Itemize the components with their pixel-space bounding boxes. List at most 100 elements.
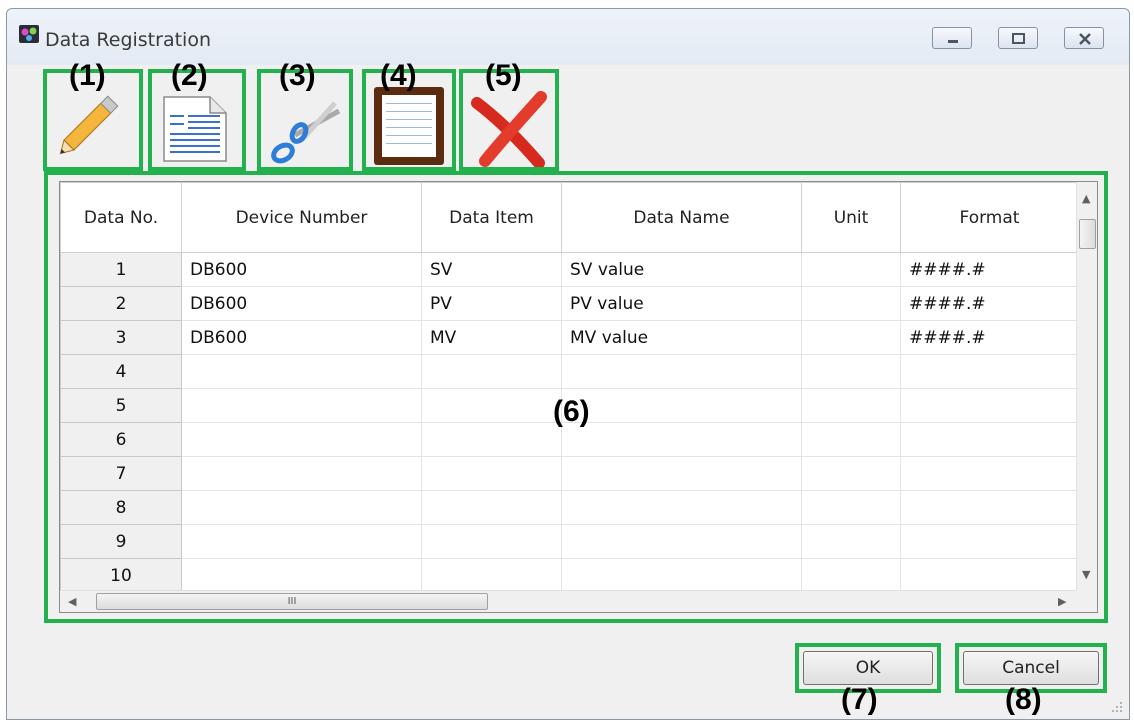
data-name-cell[interactable]: MV value [561,320,802,355]
format-cell[interactable]: ####.# [900,252,1079,287]
data-table: Data No. Device Number Data Item Data Na… [60,182,1079,593]
format-cell[interactable] [900,524,1079,559]
row-number[interactable]: 8 [60,490,182,525]
format-cell[interactable]: ####.# [900,286,1079,321]
table-row[interactable]: 4 [60,354,1079,389]
unit-cell[interactable] [801,558,901,593]
minimize-button[interactable] [932,27,972,49]
row-number[interactable]: 2 [60,286,182,321]
row-number[interactable]: 7 [60,456,182,491]
column-header[interactable]: Unit [801,182,901,253]
unit-cell[interactable] [801,456,901,491]
vertical-scroll-thumb[interactable] [1079,219,1096,249]
data-name-cell[interactable]: SV value [561,252,802,287]
device-number-cell[interactable] [181,456,422,491]
row-number[interactable]: 5 [60,388,182,423]
unit-cell[interactable] [801,286,901,321]
callout-5: (5) [485,59,522,92]
table-row[interactable]: 9 [60,524,1079,559]
horizontal-scrollbar[interactable]: ◀ III ▶ [60,590,1077,612]
data-item-cell[interactable]: SV [421,252,562,287]
close-window-button[interactable] [1064,27,1104,49]
table-row[interactable]: 1 DB600 SV SV value ####.# [60,252,1079,287]
scroll-down-arrow-icon[interactable]: ▼ [1082,568,1090,581]
unit-cell[interactable] [801,524,901,559]
callout-3: (3) [279,59,316,92]
device-number-cell[interactable] [181,388,422,423]
device-number-cell[interactable] [181,524,422,559]
scrollbar-corner [1076,590,1097,612]
row-number[interactable]: 9 [60,524,182,559]
data-name-cell[interactable] [561,422,802,457]
table-row[interactable]: 7 [60,456,1079,491]
data-name-cell[interactable] [561,456,802,491]
format-cell[interactable] [900,456,1079,491]
data-item-cell[interactable] [421,558,562,593]
unit-cell[interactable] [801,490,901,525]
vertical-scrollbar[interactable]: ▲ ▼ [1076,182,1097,590]
table-row[interactable]: 8 [60,490,1079,525]
device-number-cell[interactable]: DB600 [181,320,422,355]
close-icon [1079,33,1091,45]
data-name-cell[interactable]: PV value [561,286,802,321]
row-number[interactable]: 6 [60,422,182,457]
format-cell[interactable] [900,490,1079,525]
data-name-cell[interactable] [561,558,802,593]
column-header[interactable]: Device Number [181,182,422,253]
horizontal-scroll-thumb[interactable]: III [96,593,488,610]
row-number[interactable]: 4 [60,354,182,389]
window-title: Data Registration [45,29,211,51]
maximize-button[interactable] [998,27,1038,49]
device-number-cell[interactable]: DB600 [181,252,422,287]
data-name-cell[interactable] [561,354,802,389]
format-cell[interactable] [900,422,1079,457]
data-name-cell[interactable] [561,490,802,525]
column-header[interactable]: Data Name [561,182,802,253]
format-cell[interactable] [900,354,1079,389]
unit-cell[interactable] [801,252,901,287]
app-icon [19,25,39,43]
format-cell[interactable]: ####.# [900,320,1079,355]
device-number-cell[interactable] [181,490,422,525]
unit-cell[interactable] [801,320,901,355]
callout-1: (1) [69,59,106,92]
row-number[interactable]: 3 [60,320,182,355]
minimize-icon [948,40,958,43]
table-row[interactable]: 3 DB600 MV MV value ####.# [60,320,1079,355]
ok-button[interactable]: OK [803,651,933,685]
column-header[interactable]: Format [900,182,1079,253]
callout-7: (7) [841,683,878,716]
callout-8: (8) [1005,683,1042,716]
data-item-cell[interactable] [421,490,562,525]
data-name-cell[interactable] [561,524,802,559]
column-header[interactable]: Data No. [60,182,182,253]
data-item-cell[interactable]: PV [421,286,562,321]
row-number[interactable]: 10 [60,558,182,593]
row-number[interactable]: 1 [60,252,182,287]
data-item-cell[interactable]: MV [421,320,562,355]
resize-grip-icon[interactable] [1111,701,1123,713]
scroll-up-arrow-icon[interactable]: ▲ [1082,192,1090,205]
format-cell[interactable] [900,558,1079,593]
scroll-right-arrow-icon[interactable]: ▶ [1058,595,1066,608]
device-number-cell[interactable]: DB600 [181,286,422,321]
device-number-cell[interactable] [181,558,422,593]
data-item-cell[interactable] [421,422,562,457]
column-header[interactable]: Data Item [421,182,562,253]
callout-2: (2) [171,59,208,92]
data-item-cell[interactable] [421,524,562,559]
table-row[interactable]: 2 DB600 PV PV value ####.# [60,286,1079,321]
unit-cell[interactable] [801,422,901,457]
data-item-cell[interactable] [421,388,562,423]
format-cell[interactable] [900,388,1079,423]
data-item-cell[interactable] [421,354,562,389]
unit-cell[interactable] [801,354,901,389]
data-name-cell[interactable] [561,388,802,423]
unit-cell[interactable] [801,388,901,423]
device-number-cell[interactable] [181,354,422,389]
device-number-cell[interactable] [181,422,422,457]
cancel-button[interactable]: Cancel [963,651,1099,685]
scroll-left-arrow-icon[interactable]: ◀ [68,595,76,608]
table-row[interactable]: 10 [60,558,1079,593]
data-item-cell[interactable] [421,456,562,491]
